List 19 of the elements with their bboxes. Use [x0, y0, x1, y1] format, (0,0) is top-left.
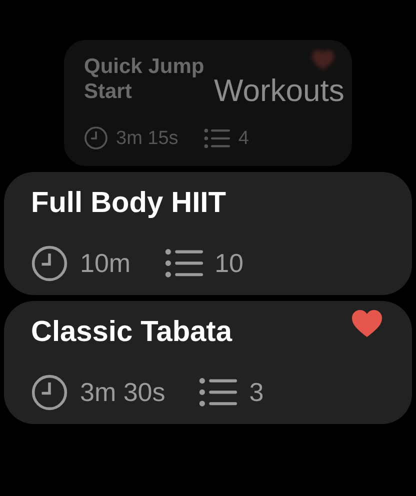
workout-name: Classic Tabata: [31, 315, 232, 350]
interval-count: 4: [238, 128, 249, 148]
workout-name: Quick Jump Start: [84, 54, 206, 104]
interval-count: 3: [249, 379, 264, 406]
screen-title: Workouts: [214, 72, 344, 110]
workout-card[interactable]: Quick Jump Start 3m 15s 4 Workouts: [64, 40, 352, 166]
duration-text: 3m 15s: [116, 128, 178, 148]
workout-card[interactable]: Classic Tabata 3m 30s 3: [4, 301, 412, 424]
workout-name: Full Body HIIT: [31, 186, 226, 221]
clock-icon: [31, 244, 68, 282]
duration-text: 10m: [80, 250, 131, 276]
duration-text: 3m 30s: [80, 379, 166, 406]
list-icon: [164, 248, 203, 278]
clock-icon: [31, 374, 68, 411]
list-icon: [204, 128, 230, 149]
interval-count: 10: [214, 250, 244, 276]
clock-icon: [84, 126, 108, 150]
workout-card[interactable]: Full Body HIIT 10m 10: [4, 172, 412, 295]
list-icon: [199, 377, 238, 408]
